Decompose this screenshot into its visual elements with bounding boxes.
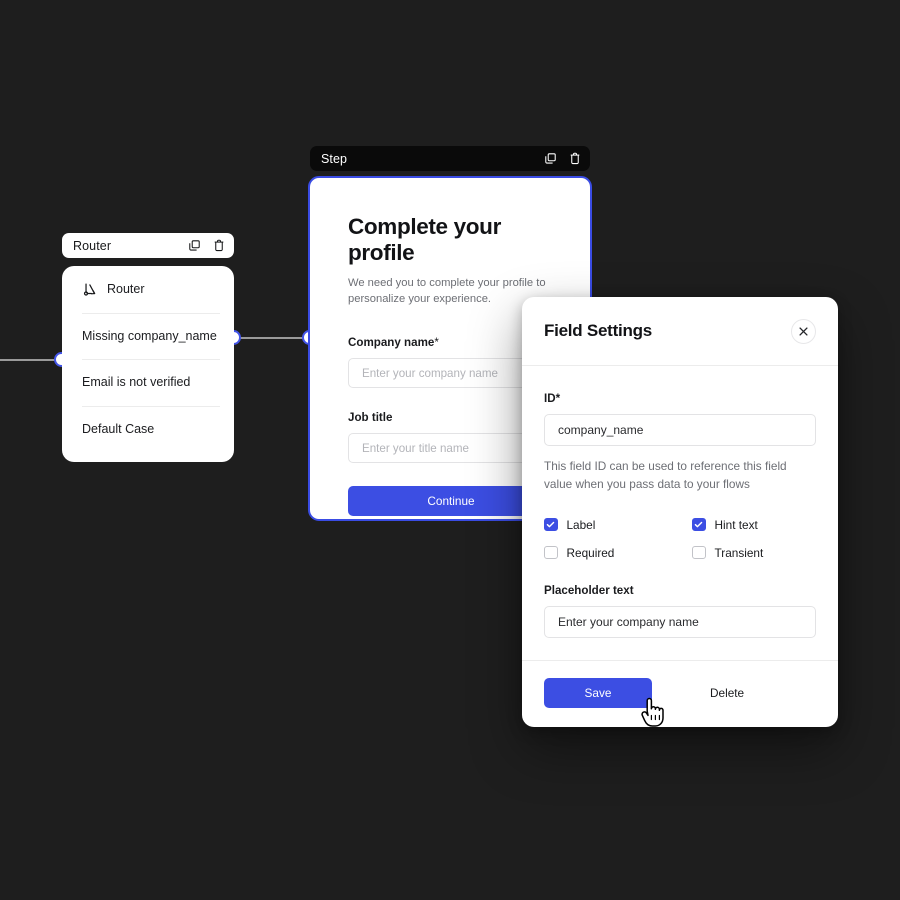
id-label: ID* bbox=[544, 392, 561, 405]
trash-icon[interactable] bbox=[569, 152, 581, 165]
checkbox-text: Hint text bbox=[714, 517, 758, 532]
panel-body: ID* company_name This field ID can be us… bbox=[522, 366, 838, 638]
placeholder-text-label: Placeholder text bbox=[544, 583, 634, 597]
step-node-header[interactable]: Step bbox=[310, 146, 590, 171]
job-title-placeholder: Enter your title name bbox=[362, 441, 469, 455]
id-hint-text: This field ID can be used to reference t… bbox=[544, 459, 787, 492]
checkbox-hint-text[interactable]: Hint text bbox=[692, 518, 816, 532]
router-row-missing-company[interactable]: Missing company_name bbox=[62, 312, 234, 360]
flow-canvas[interactable]: Router Router Missing company_name Email… bbox=[0, 0, 900, 900]
save-button[interactable]: Save bbox=[544, 677, 652, 708]
checkbox-box[interactable] bbox=[692, 545, 706, 560]
edge-incoming bbox=[0, 359, 62, 361]
router-row-label: Missing company_name bbox=[82, 328, 217, 343]
router-node-title: Router bbox=[73, 238, 112, 253]
router-row-label: Router bbox=[107, 282, 145, 297]
panel-footer: Save Delete bbox=[522, 659, 838, 727]
checkbox-transient[interactable]: Transient bbox=[692, 546, 816, 560]
router-row-default-case[interactable]: Default Case bbox=[62, 405, 234, 453]
checkbox-label[interactable]: Label bbox=[544, 518, 692, 532]
trash-icon[interactable] bbox=[213, 239, 225, 252]
checkbox-box[interactable] bbox=[692, 517, 706, 532]
checkbox-text: Label bbox=[566, 517, 596, 532]
router-branch-icon bbox=[82, 282, 97, 297]
router-row-label: Default Case bbox=[82, 421, 155, 436]
router-row-label: Email is not verified bbox=[82, 375, 191, 390]
placeholder-text-value: Enter your company name bbox=[558, 614, 699, 629]
checkbox-box[interactable] bbox=[544, 545, 558, 560]
panel-header: Field Settings bbox=[522, 297, 838, 366]
close-icon[interactable] bbox=[791, 318, 816, 344]
router-row-header[interactable]: Router bbox=[62, 266, 234, 313]
router-node-card[interactable]: Router Missing company_name Email is not… bbox=[62, 266, 234, 462]
company-name-placeholder: Enter your company name bbox=[362, 366, 498, 380]
delete-button[interactable]: Delete bbox=[710, 686, 744, 700]
placeholder-text-input[interactable]: Enter your company name bbox=[544, 605, 816, 638]
step-node-title: Step bbox=[321, 151, 348, 166]
checkbox-box[interactable] bbox=[544, 517, 558, 532]
checkbox-text: Required bbox=[566, 545, 615, 560]
required-asterisk: * bbox=[555, 392, 561, 405]
form-subtitle: We need you to complete your profile to … bbox=[348, 277, 546, 306]
duplicate-icon[interactable] bbox=[188, 239, 201, 252]
id-input-value: company_name bbox=[558, 423, 644, 437]
router-node-header[interactable]: Router bbox=[62, 233, 234, 258]
required-asterisk: * bbox=[434, 336, 439, 350]
panel-title: Field Settings bbox=[544, 321, 652, 340]
field-settings-panel[interactable]: Field Settings ID* company_name This fie… bbox=[522, 297, 838, 727]
edge-router-to-step bbox=[238, 337, 310, 339]
checkbox-text: Transient bbox=[714, 545, 764, 560]
checkbox-required[interactable]: Required bbox=[544, 546, 692, 560]
checkbox-group: Label Hint text Required Transient bbox=[544, 518, 816, 560]
form-title: Complete your profile bbox=[348, 214, 501, 265]
router-row-email-not-verified[interactable]: Email is not verified bbox=[62, 359, 234, 406]
id-input[interactable]: company_name bbox=[544, 414, 816, 446]
duplicate-icon[interactable] bbox=[544, 152, 557, 165]
